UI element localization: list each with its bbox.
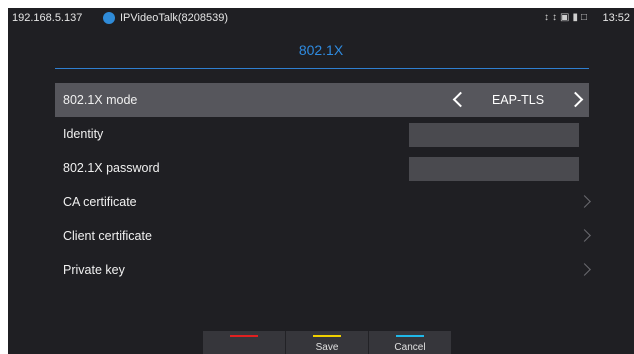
- user-icon: [103, 12, 115, 24]
- cancel-button[interactable]: Cancel: [369, 331, 451, 354]
- chevron-right-icon: [578, 195, 591, 208]
- sd-card-icon: ▮: [572, 12, 581, 23]
- ca-certificate-row[interactable]: CA certificate: [55, 185, 591, 219]
- app-account: IPVideoTalk(8208539): [120, 12, 229, 24]
- yellow-indicator: [313, 335, 341, 337]
- mode-row[interactable]: 802.1X mode EAP-TLS: [55, 83, 589, 117]
- title-underline: [55, 68, 589, 69]
- screen-icon: □: [580, 12, 590, 23]
- private-key-row[interactable]: Private key: [55, 253, 591, 287]
- password-row: 802.1X password: [55, 151, 589, 185]
- private-key-label: Private key: [63, 263, 125, 277]
- settings-screen: 192.168.5.137 IPVideoTalk(8208539) ↕↕▣▮□…: [8, 8, 634, 354]
- identity-row: Identity: [55, 117, 589, 151]
- cancel-label: Cancel: [394, 342, 426, 353]
- save-label: Save: [315, 342, 339, 353]
- status-bar: 192.168.5.137 IPVideoTalk(8208539) ↕↕▣▮□…: [8, 8, 634, 28]
- mode-selector[interactable]: EAP-TLS: [452, 83, 584, 117]
- identity-label: Identity: [63, 127, 104, 141]
- page-title: 802.1X: [298, 42, 344, 58]
- mode-label: 802.1X mode: [63, 93, 138, 107]
- ca-certificate-label: CA certificate: [63, 195, 137, 209]
- softkey-bar: Save Cancel: [203, 331, 451, 354]
- red-indicator: [230, 335, 258, 337]
- client-certificate-label: Client certificate: [63, 229, 152, 243]
- password-label: 802.1X password: [63, 161, 160, 175]
- save-button[interactable]: Save: [286, 331, 368, 354]
- ip-address: 192.168.5.137: [12, 12, 83, 24]
- red-softkey[interactable]: [203, 331, 285, 354]
- clock: 13:52: [602, 12, 630, 24]
- chevron-right-icon: [578, 229, 591, 242]
- client-certificate-row[interactable]: Client certificate: [55, 219, 591, 253]
- mode-value: EAP-TLS: [491, 93, 545, 107]
- blue-indicator: [396, 335, 424, 337]
- chevron-right-icon: [578, 263, 591, 276]
- usb-icon: ↕: [551, 12, 560, 23]
- status-icons: ↕↕▣▮□: [544, 8, 590, 28]
- identity-input[interactable]: [409, 123, 579, 147]
- usb-icon: ↕: [543, 12, 552, 23]
- password-input[interactable]: [409, 157, 579, 181]
- image-icon: ▣: [559, 12, 573, 23]
